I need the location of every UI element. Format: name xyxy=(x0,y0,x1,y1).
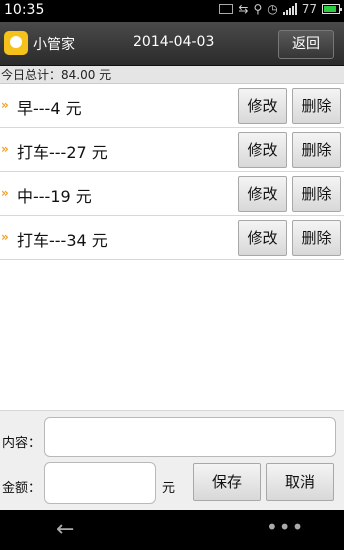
save-button[interactable]: 保存 xyxy=(193,463,261,501)
delete-button[interactable]: 删除 xyxy=(292,220,341,256)
cancel-button[interactable]: 取消 xyxy=(266,463,334,501)
edit-button[interactable]: 修改 xyxy=(238,176,287,212)
content-label: 内容： xyxy=(2,436,42,451)
alarm-icon: ◷ xyxy=(267,2,278,16)
signal-icon xyxy=(282,3,297,15)
expense-text: 早---4 元 xyxy=(17,99,82,118)
back-arrow-icon[interactable]: ← xyxy=(56,517,74,542)
amount-label: 金额： xyxy=(2,481,42,496)
status-icons: ⇆ ⚲ ◷ 77 xyxy=(219,2,342,16)
amount-input[interactable] xyxy=(44,462,156,504)
battery-icon xyxy=(322,4,342,14)
double-chevron-icon: » xyxy=(1,98,9,112)
entry-form: 内容： 金额： 元 保存 取消 xyxy=(0,410,344,511)
expense-row: » 早---4 元 修改 删除 xyxy=(0,84,344,128)
expense-text: 打车---27 元 xyxy=(17,143,108,162)
navigation-bar: ← ••• xyxy=(0,510,344,550)
title-bar: 小管家 2014-04-03 返回 xyxy=(0,22,344,66)
edit-button[interactable]: 修改 xyxy=(238,132,287,168)
currency-unit-label: 元 xyxy=(162,481,176,496)
expense-list: » 早---4 元 修改 删除 » 打车---27 元 修改 删除 » 中---… xyxy=(0,84,344,260)
expense-text: 中---19 元 xyxy=(17,187,92,206)
network-icon: ⚲ xyxy=(253,2,263,16)
back-button[interactable]: 返回 xyxy=(278,30,334,59)
double-chevron-icon: » xyxy=(1,186,9,200)
double-chevron-icon: » xyxy=(1,142,9,156)
more-dots-icon[interactable]: ••• xyxy=(266,515,304,539)
status-bar: 10:35 ⇆ ⚲ ◷ 77 xyxy=(0,0,344,22)
expense-text: 打车---34 元 xyxy=(17,231,108,250)
expense-row: » 打车---34 元 修改 删除 xyxy=(0,216,344,260)
usb-icon: ⇆ xyxy=(238,2,249,16)
battery-level: 77 xyxy=(301,2,317,16)
expense-row: » 打车---27 元 修改 删除 xyxy=(0,128,344,172)
date-display: 2014-04-03 xyxy=(133,34,215,50)
delete-button[interactable]: 删除 xyxy=(292,132,341,168)
edit-button[interactable]: 修改 xyxy=(238,88,287,124)
app-title: 小管家 xyxy=(33,37,75,53)
daily-total: 今日总计：84.00 元 xyxy=(0,66,344,84)
delete-button[interactable]: 删除 xyxy=(292,88,341,124)
app-logo-icon xyxy=(4,31,28,55)
double-chevron-icon: » xyxy=(1,230,9,244)
delete-button[interactable]: 删除 xyxy=(292,176,341,212)
content-input[interactable] xyxy=(44,417,336,457)
edit-button[interactable]: 修改 xyxy=(238,220,287,256)
status-time: 10:35 xyxy=(4,2,45,18)
image-notification-icon xyxy=(219,4,234,14)
expense-row: » 中---19 元 修改 删除 xyxy=(0,172,344,216)
